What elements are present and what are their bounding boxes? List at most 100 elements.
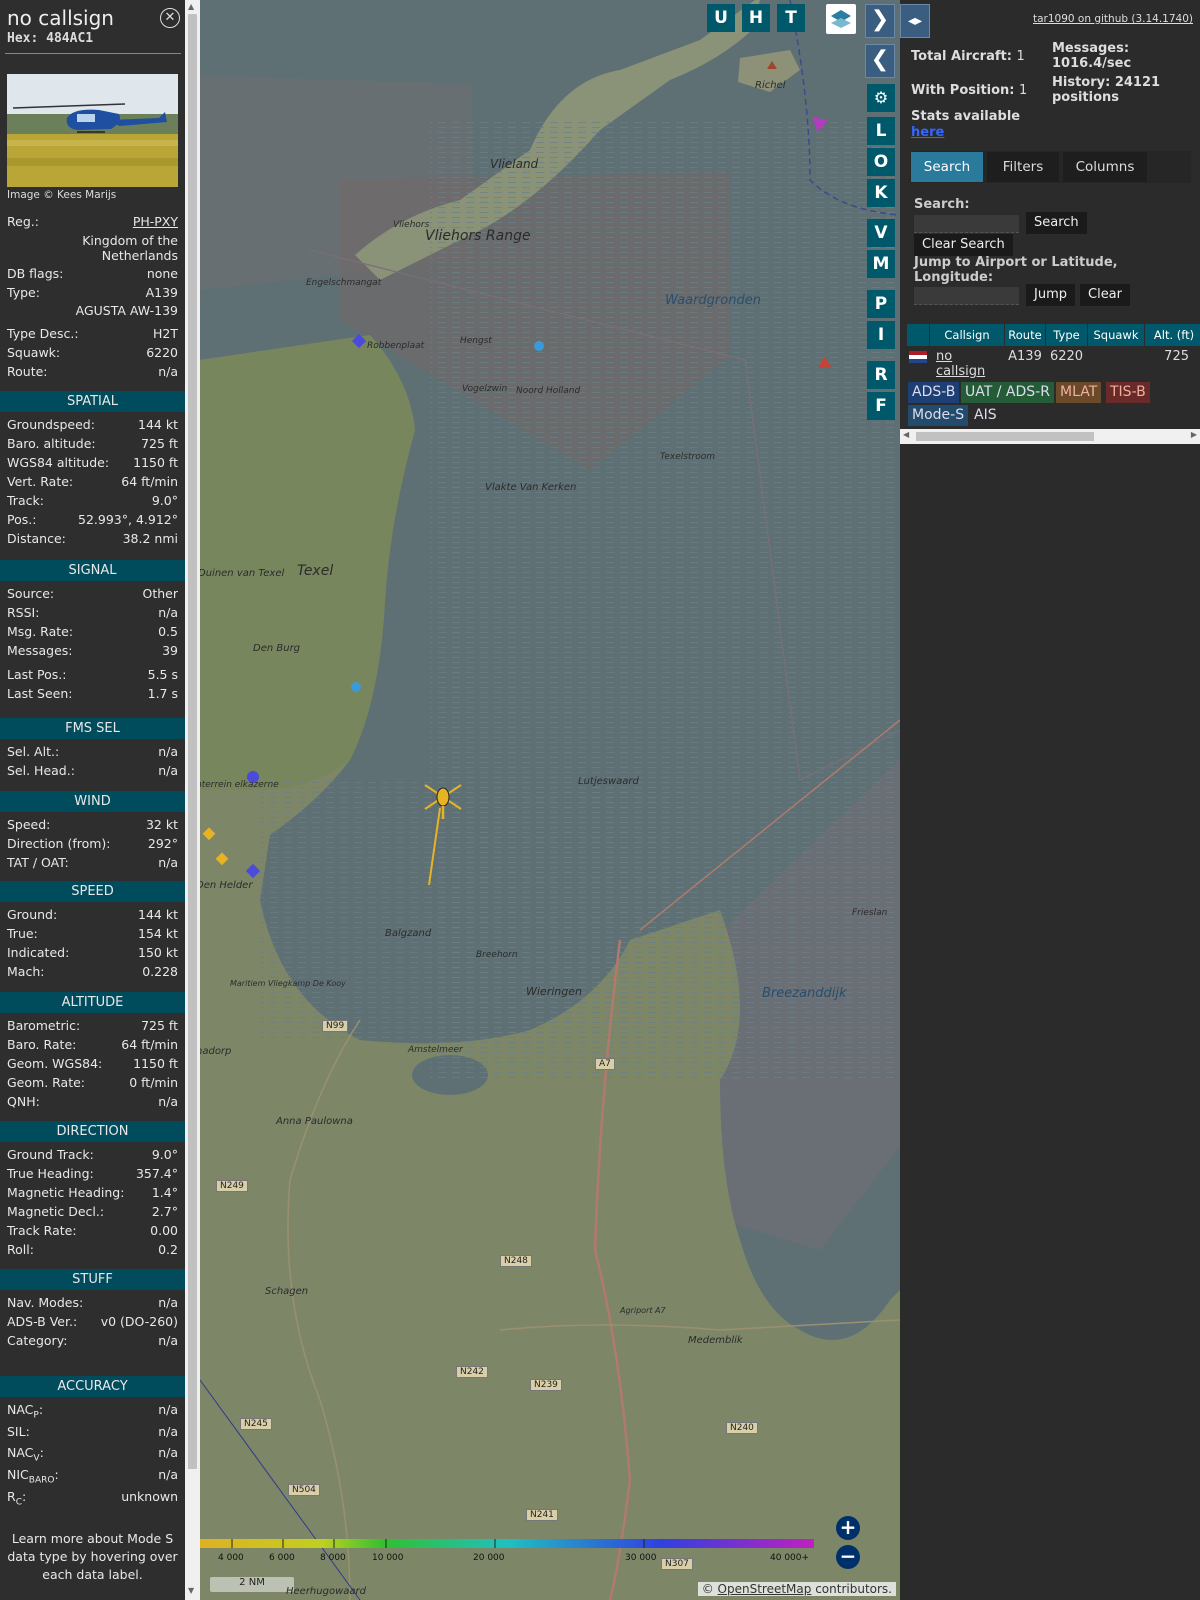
map-toggle-v[interactable]: V: [867, 219, 895, 247]
data-label[interactable]: Ground Track:: [7, 1147, 94, 1166]
map-toggle-o[interactable]: O: [867, 148, 895, 176]
data-value: 0.2: [158, 1242, 178, 1257]
table-scrollbar-thumb[interactable]: [916, 432, 1094, 441]
data-label[interactable]: Category:: [7, 1333, 67, 1352]
data-label[interactable]: Last Pos.:: [7, 667, 66, 686]
data-label[interactable]: Indicated:: [7, 945, 69, 964]
data-label[interactable]: Vert. Rate:: [7, 474, 73, 493]
column-header[interactable]: Callsign: [930, 324, 1004, 346]
close-icon[interactable]: ✕: [160, 8, 180, 28]
data-label[interactable]: Last Seen:: [7, 686, 72, 705]
column-header[interactable]: Alt. (ft): [1145, 324, 1200, 346]
data-label[interactable]: Speed:: [7, 817, 50, 836]
table-row[interactable]: no callsign A139 6220 725: [907, 347, 1200, 379]
data-label[interactable]: Magnetic Heading:: [7, 1185, 124, 1204]
registration-link[interactable]: PH-PXY: [133, 214, 178, 233]
table-scrollbar[interactable]: ◀ ▶: [900, 429, 1200, 444]
data-label[interactable]: Messages:: [7, 643, 73, 662]
search-input[interactable]: [914, 215, 1019, 233]
source-filter-ais[interactable]: AIS: [970, 405, 1001, 426]
stats-link[interactable]: here: [911, 125, 944, 140]
settings-button[interactable]: ⚙: [867, 84, 895, 112]
data-label[interactable]: Groundspeed:: [7, 417, 95, 436]
data-label[interactable]: Baro. Rate:: [7, 1037, 76, 1056]
clear-search-button[interactable]: Clear Search: [914, 234, 1013, 256]
data-label[interactable]: TAT / OAT:: [7, 855, 69, 874]
data-label[interactable]: RSSI:: [7, 605, 39, 624]
data-label[interactable]: SIL:: [7, 1424, 30, 1443]
data-label[interactable]: True Heading:: [7, 1166, 94, 1185]
data-label[interactable]: Barometric:: [7, 1018, 80, 1037]
data-label[interactable]: Roll:: [7, 1242, 34, 1261]
column-header[interactable]: [907, 324, 929, 346]
map-view[interactable]: Richel Vlieland Vliehors Vliehors Range Enge…: [200, 0, 900, 1600]
data-label[interactable]: Track Rate:: [7, 1223, 77, 1242]
scroll-right-icon[interactable]: ▶: [1191, 430, 1197, 439]
osm-link[interactable]: OpenStreetMap: [718, 1582, 812, 1596]
data-label[interactable]: Baro. altitude:: [7, 436, 96, 455]
source-filter-tisb[interactable]: TIS-B: [1106, 382, 1150, 403]
data-label[interactable]: Sel. Head.:: [7, 763, 75, 782]
data-label[interactable]: Nav. Modes:: [7, 1295, 83, 1314]
data-label[interactable]: True:: [7, 926, 38, 945]
map-toggle-m[interactable]: M: [867, 250, 895, 278]
column-header[interactable]: Type: [1046, 324, 1087, 346]
zoom-in-button[interactable]: +: [836, 1516, 860, 1540]
data-label[interactable]: NACP:: [7, 1402, 43, 1421]
data-label[interactable]: Ground:: [7, 907, 57, 926]
data-label[interactable]: WGS84 altitude:: [7, 455, 109, 474]
data-label[interactable]: Track:: [7, 493, 44, 512]
tab-columns[interactable]: Columns: [1063, 152, 1147, 182]
layers-button[interactable]: [826, 4, 856, 34]
map-toggle-p[interactable]: P: [867, 290, 895, 318]
source-filter-mlat[interactable]: MLAT: [1056, 382, 1102, 403]
data-label[interactable]: Source:: [7, 586, 54, 605]
data-label[interactable]: ADS-B Ver.:: [7, 1314, 77, 1333]
column-header[interactable]: Squawk: [1088, 324, 1144, 346]
data-label[interactable]: Distance:: [7, 531, 66, 550]
tab-filters[interactable]: Filters: [987, 152, 1059, 182]
mode-s-help-text: Learn more about Mode S data type by hov…: [7, 1531, 178, 1582]
source-filter-uatadsr[interactable]: UAT / ADS-R: [961, 382, 1054, 403]
data-label[interactable]: Direction (from):: [7, 836, 111, 855]
map-toggle-r[interactable]: R: [867, 361, 895, 389]
map-toggle-i[interactable]: I: [867, 321, 895, 349]
expand-right-button[interactable]: ❯: [865, 4, 895, 38]
sidebar-scrollbar[interactable]: ▲ ▼: [185, 0, 200, 1600]
map-toggle-t[interactable]: T: [777, 4, 805, 32]
data-label[interactable]: RC:: [7, 1489, 26, 1508]
clear-jump-button[interactable]: Clear: [1080, 284, 1130, 306]
scrollbar-thumb[interactable]: [188, 14, 197, 1469]
scroll-up-icon[interactable]: ▲: [188, 2, 194, 11]
source-filter-adsb[interactable]: ADS-B: [908, 382, 960, 403]
data-label[interactable]: Msg. Rate:: [7, 624, 73, 643]
data-label[interactable]: NACV:: [7, 1445, 44, 1464]
map-toggle-f[interactable]: F: [867, 392, 895, 420]
source-filter-modes[interactable]: Mode-S: [908, 405, 969, 426]
data-label[interactable]: Mach:: [7, 964, 44, 983]
scroll-left-icon[interactable]: ◀: [903, 430, 909, 439]
scroll-down-icon[interactable]: ▼: [188, 1586, 194, 1595]
data-label[interactable]: Sel. Alt.:: [7, 744, 59, 763]
data-label[interactable]: Magnetic Decl.:: [7, 1204, 104, 1223]
map-toggle-u[interactable]: U: [707, 4, 735, 32]
map-toggle-k[interactable]: K: [867, 179, 895, 207]
column-header[interactable]: Route: [1005, 324, 1045, 346]
cell-callsign[interactable]: no callsign: [930, 349, 1004, 379]
data-label[interactable]: Pos.:: [7, 512, 36, 531]
map-toggle-l[interactable]: L: [867, 117, 895, 145]
tab-search[interactable]: Search: [911, 152, 983, 182]
data-label[interactable]: Geom. WGS84:: [7, 1056, 102, 1075]
data-label[interactable]: NICBARO:: [7, 1467, 59, 1486]
collapse-left-button[interactable]: ❮: [865, 44, 895, 78]
aircraft-photo[interactable]: [7, 74, 178, 187]
map-toggle-h[interactable]: H: [742, 4, 770, 32]
zoom-out-button[interactable]: −: [836, 1545, 860, 1569]
data-label[interactable]: Geom. Rate:: [7, 1075, 85, 1094]
github-link[interactable]: tar1090 on github (3.14.1740): [1033, 13, 1193, 25]
sidebar-toggle-button[interactable]: ◂▸: [900, 4, 930, 38]
data-label[interactable]: QNH:: [7, 1094, 40, 1113]
jump-input[interactable]: [914, 287, 1019, 305]
search-button[interactable]: Search: [1026, 212, 1087, 234]
jump-button[interactable]: Jump: [1026, 284, 1075, 306]
